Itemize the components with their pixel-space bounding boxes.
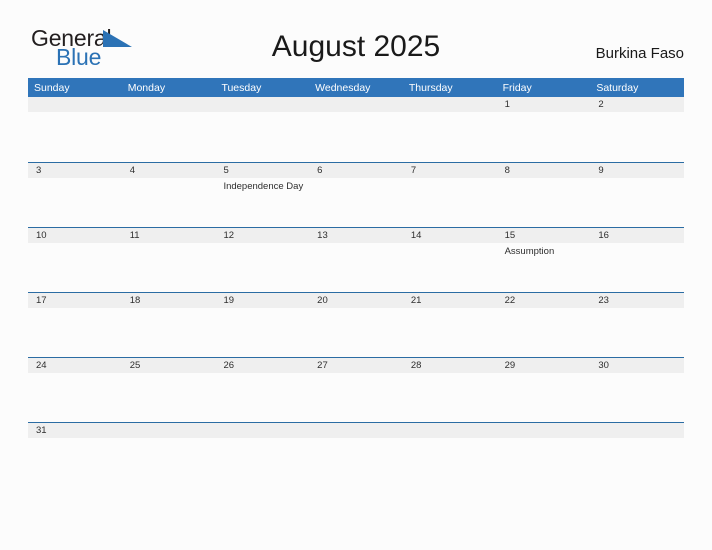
day-cell[interactable]: [309, 243, 403, 291]
day-cell[interactable]: [403, 243, 497, 291]
day-cell[interactable]: [590, 112, 684, 160]
day-number[interactable]: 18: [122, 293, 216, 308]
week-date-band: 1 2: [28, 97, 684, 112]
week-event-band: Independence Day: [28, 178, 684, 226]
day-cell[interactable]: [497, 112, 591, 160]
day-number[interactable]: 21: [403, 293, 497, 308]
day-number[interactable]: 13: [309, 228, 403, 243]
page-header: General Blue August 2025 Burkina Faso: [0, 0, 712, 78]
day-number[interactable]: 14: [403, 228, 497, 243]
week-row: 3 4 5 6 7 8 9 Independence Day: [28, 162, 684, 227]
day-cell[interactable]: [215, 308, 309, 356]
week-date-band: 31: [28, 423, 684, 438]
day-number[interactable]: 1: [497, 97, 591, 112]
day-number[interactable]: 28: [403, 358, 497, 373]
day-cell[interactable]: [122, 308, 216, 356]
day-cell[interactable]: [497, 178, 591, 226]
weekday-header-wednesday: Wednesday: [315, 81, 371, 94]
day-cell[interactable]: [590, 308, 684, 356]
day-cell[interactable]: [28, 112, 122, 160]
day-cell[interactable]: [590, 373, 684, 421]
day-number[interactable]: 8: [497, 163, 591, 178]
day-cell[interactable]: [590, 178, 684, 226]
day-cell[interactable]: [122, 178, 216, 226]
day-cell[interactable]: Assumption: [497, 243, 591, 291]
day-number[interactable]: 6: [309, 163, 403, 178]
week-event-band: Assumption: [28, 243, 684, 291]
day-cell[interactable]: [309, 373, 403, 421]
week-date-band: 17 18 19 20 21 22 23: [28, 293, 684, 308]
week-event-band: [28, 308, 684, 356]
weekday-header-monday: Monday: [127, 81, 166, 94]
day-cell[interactable]: [215, 243, 309, 291]
weekday-header-saturday: Saturday: [596, 81, 639, 94]
week-event-band: [28, 373, 684, 421]
day-cell[interactable]: [28, 243, 122, 291]
day-number[interactable]: 31: [28, 423, 122, 438]
day-cell[interactable]: [215, 373, 309, 421]
day-cell[interactable]: Independence Day: [215, 178, 309, 226]
weekday-header-thursday: Thursday: [408, 81, 453, 94]
day-cell[interactable]: [28, 178, 122, 226]
day-cell[interactable]: [403, 373, 497, 421]
weekday-header-sunday: Sunday: [34, 81, 70, 94]
day-cell[interactable]: [403, 308, 497, 356]
day-cell[interactable]: [497, 373, 591, 421]
week-date-band: 24 25 26 27 28 29 30: [28, 358, 684, 373]
week-date-band: 3 4 5 6 7 8 9: [28, 163, 684, 178]
country-label: Burkina Faso: [595, 45, 684, 62]
day-cell[interactable]: [309, 178, 403, 226]
day-cell[interactable]: [28, 373, 122, 421]
day-number[interactable]: 23: [590, 293, 684, 308]
day-number[interactable]: 20: [309, 293, 403, 308]
day-cell[interactable]: [590, 243, 684, 291]
day-number[interactable]: 19: [215, 293, 309, 308]
day-cell[interactable]: [309, 112, 403, 160]
day-number[interactable]: 22: [497, 293, 591, 308]
day-cell[interactable]: [497, 308, 591, 356]
day-cell[interactable]: [403, 178, 497, 226]
calendar-grid: Sunday Monday Tuesday Wednesday Thursday…: [28, 78, 684, 444]
week-row: 24 25 26 27 28 29 30: [28, 357, 684, 422]
day-cell[interactable]: [309, 308, 403, 356]
weekday-header-row: Sunday Monday Tuesday Wednesday Thursday…: [28, 78, 684, 97]
day-number[interactable]: 29: [497, 358, 591, 373]
day-cell[interactable]: [122, 112, 216, 160]
day-number[interactable]: 3: [28, 163, 122, 178]
day-number[interactable]: 2: [590, 97, 684, 112]
day-number[interactable]: 26: [215, 358, 309, 373]
week-event-band: [28, 112, 684, 160]
day-number[interactable]: 30: [590, 358, 684, 373]
week-row: 17 18 19 20 21 22 23: [28, 292, 684, 357]
event-label: Independence Day: [223, 181, 304, 192]
day-number[interactable]: 15: [497, 228, 591, 243]
week-date-band: 10 11 12 13 14 15 16: [28, 228, 684, 243]
day-number[interactable]: 27: [309, 358, 403, 373]
day-cell[interactable]: [403, 112, 497, 160]
week-row: 1 2: [28, 97, 684, 162]
day-number[interactable]: 16: [590, 228, 684, 243]
weekday-header-friday: Friday: [502, 81, 532, 94]
day-cell[interactable]: [122, 373, 216, 421]
day-number[interactable]: 25: [122, 358, 216, 373]
day-number[interactable]: 9: [590, 163, 684, 178]
day-number[interactable]: 11: [122, 228, 216, 243]
event-label: Assumption: [504, 246, 555, 257]
weekday-header-tuesday: Tuesday: [221, 81, 262, 94]
day-number[interactable]: 24: [28, 358, 122, 373]
day-number[interactable]: 4: [122, 163, 216, 178]
day-cell[interactable]: [122, 243, 216, 291]
day-cell[interactable]: [28, 308, 122, 356]
day-number[interactable]: 12: [215, 228, 309, 243]
day-number[interactable]: 7: [403, 163, 497, 178]
week-row: 10 11 12 13 14 15 16 Assumption: [28, 227, 684, 292]
day-number[interactable]: 10: [28, 228, 122, 243]
day-cell[interactable]: [215, 112, 309, 160]
day-number[interactable]: 17: [28, 293, 122, 308]
day-number[interactable]: 5: [215, 163, 309, 178]
week-row: 31: [28, 422, 684, 444]
